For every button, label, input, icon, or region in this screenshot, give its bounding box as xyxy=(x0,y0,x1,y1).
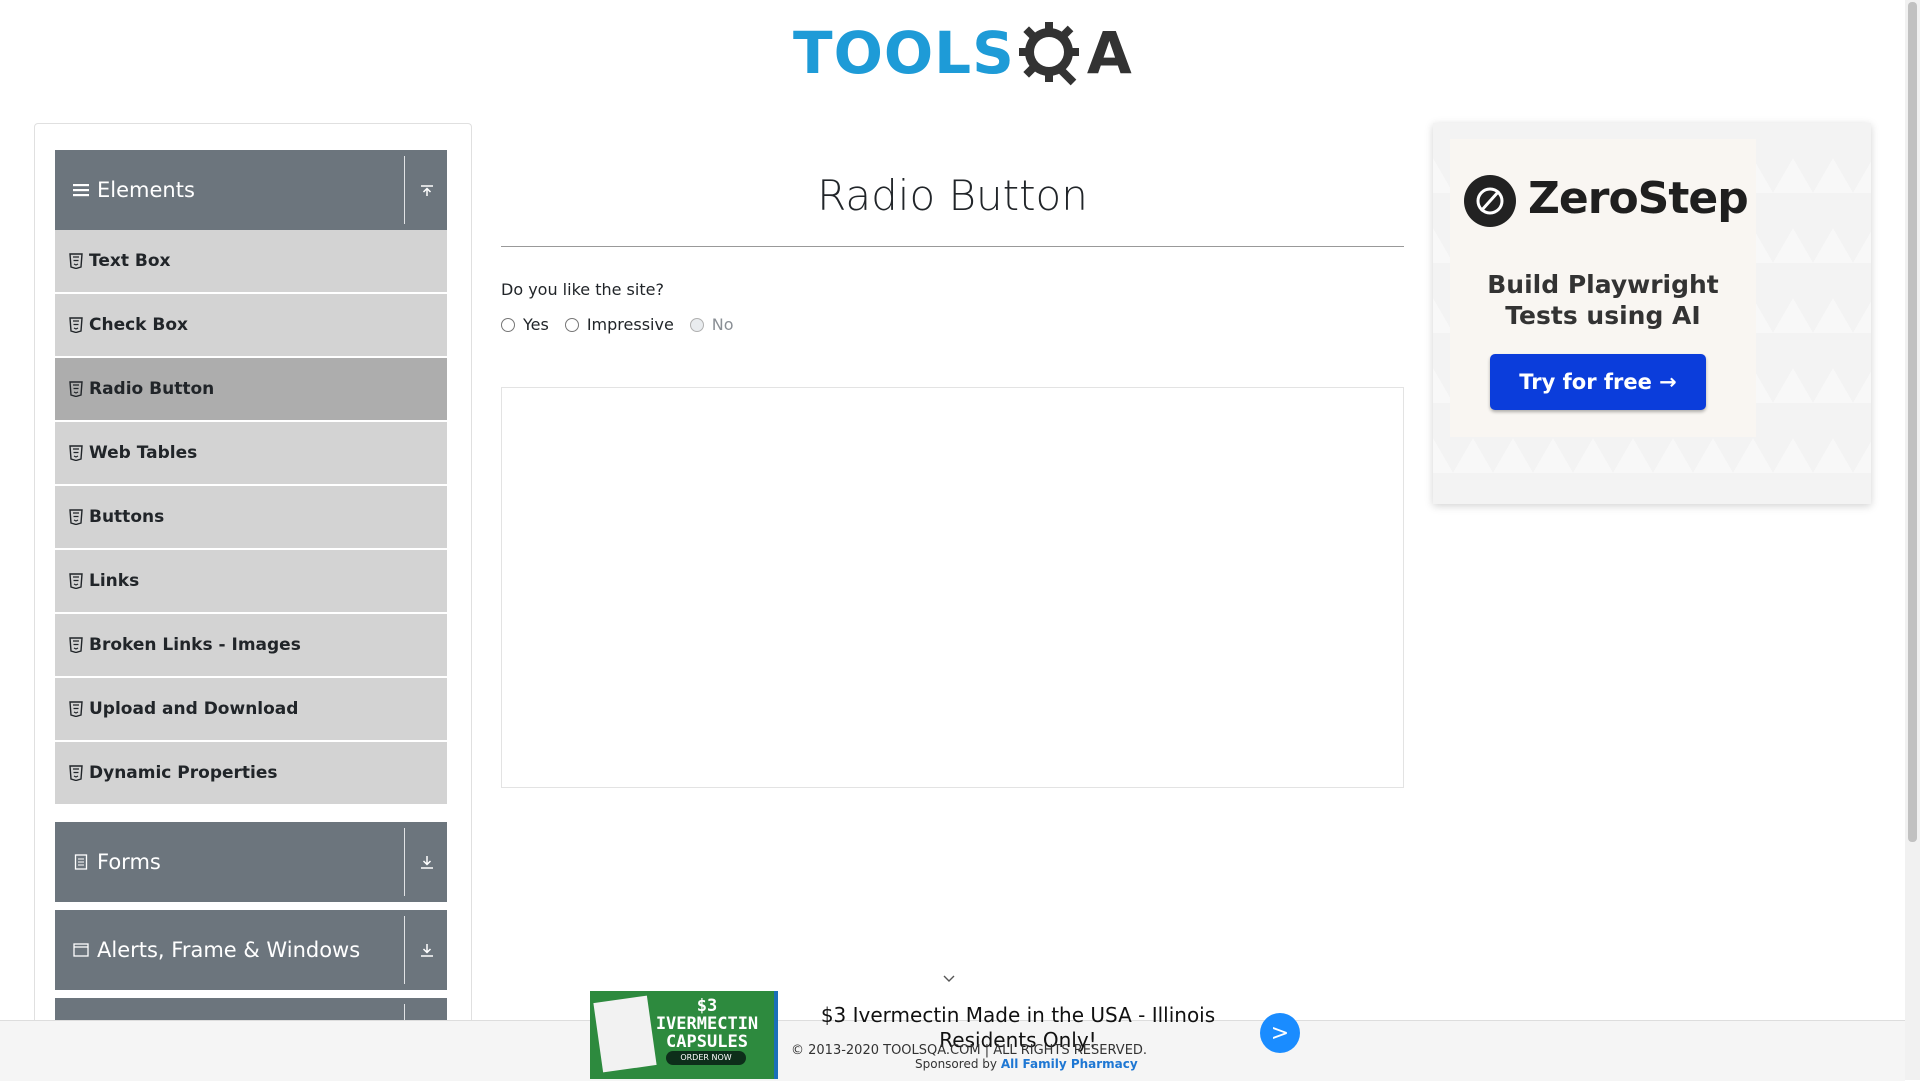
radio-label[interactable]: Impressive xyxy=(587,315,674,334)
ad-brand: ZeroStep xyxy=(1528,173,1749,224)
try-for-free-button[interactable]: Try for free → xyxy=(1490,354,1706,410)
page-title: Radio Button xyxy=(817,171,1088,220)
sidebar-item-label: Web Tables xyxy=(89,443,198,463)
sponsor-prefix: Sponsored by xyxy=(915,1057,997,1071)
group-title: Elements xyxy=(97,178,195,202)
radio-circle xyxy=(689,317,704,332)
main-content: Radio Button Do you like the site? Yes I… xyxy=(501,123,1404,788)
group-header-forms[interactable]: Forms xyxy=(55,822,447,902)
bottom-ad-image-text: $3 IVERMECTIN CAPSULES xyxy=(655,996,759,1052)
sidebar-item-dynamic-properties[interactable]: Dynamic Properties xyxy=(55,742,447,804)
divider xyxy=(404,156,405,224)
chevron-down-icon[interactable] xyxy=(942,972,956,986)
html5-icon xyxy=(69,381,83,397)
sidebar-item-label: Broken Links - Images xyxy=(89,635,301,655)
sponsor-link[interactable]: All Family Pharmacy xyxy=(1001,1057,1138,1071)
expand-arrow-icon[interactable] xyxy=(415,850,439,874)
group-header-alerts[interactable]: Alerts, Frame & Windows xyxy=(55,910,447,990)
radio-label[interactable]: Yes xyxy=(523,315,549,334)
sidebar-item-web-tables[interactable]: Web Tables xyxy=(55,422,447,484)
sidebar-item-label: Buttons xyxy=(89,507,165,527)
sidebar-item-buttons[interactable]: Buttons xyxy=(55,486,447,548)
zerostep-logo-icon xyxy=(1464,175,1516,227)
scrollbar-thumb[interactable] xyxy=(1908,2,1917,842)
hamburger-icon xyxy=(71,180,91,200)
logo-text-qa: A xyxy=(1086,19,1132,87)
sidebar-item-upload-download[interactable]: Upload and Download xyxy=(55,678,447,740)
bottom-ad-go-button[interactable]: > xyxy=(1260,1013,1300,1053)
html5-icon xyxy=(69,573,83,589)
expand-arrow-icon[interactable] xyxy=(415,938,439,962)
group-title: Forms xyxy=(97,850,161,874)
sidebar-item-label: Check Box xyxy=(89,315,189,335)
sidebar-item-check-box[interactable]: Check Box xyxy=(55,294,447,356)
sidebar-item-label: Upload and Download xyxy=(89,699,299,719)
gear-magnifier-icon xyxy=(1018,22,1079,86)
sidebar-item-label: Radio Button xyxy=(89,379,215,399)
radio-group: Yes Impressive No xyxy=(501,315,1404,334)
group-title: Alerts, Frame & Windows xyxy=(97,938,361,962)
zerostep-advert[interactable]: ZeroStep Build Playwright Tests using AI… xyxy=(1433,123,1871,504)
group-header-elements[interactable]: Elements xyxy=(55,150,447,230)
ad-tagline-line1: Build Playwright xyxy=(1487,270,1719,299)
toolsqa-logo[interactable]: TOOLS A xyxy=(793,14,1132,92)
ad-tagline-line2: Tests using AI xyxy=(1505,301,1701,330)
sidebar-item-label: Links xyxy=(89,571,140,591)
radio-no: No xyxy=(689,315,734,334)
title-divider xyxy=(501,246,1404,247)
html5-icon xyxy=(69,253,83,269)
footer-sponsor: Sponsored by All Family Pharmacy xyxy=(915,1057,1138,1071)
page-scrollbar[interactable] xyxy=(1905,0,1920,1080)
product-box-image xyxy=(593,995,657,1073)
sidebar-item-radio-button[interactable]: Radio Button xyxy=(55,358,447,420)
html5-icon xyxy=(69,317,83,333)
radio-circle[interactable] xyxy=(564,317,579,332)
radio-circle[interactable] xyxy=(501,317,515,332)
form-icon xyxy=(71,852,91,872)
ad-tagline: Build Playwright Tests using AI xyxy=(1450,269,1756,331)
sidebar-item-label: Dynamic Properties xyxy=(89,763,278,783)
html5-icon xyxy=(69,637,83,653)
elements-menu: Text Box Check Box Radio Button Web Tabl… xyxy=(55,230,447,806)
ad-card: ZeroStep Build Playwright Tests using AI… xyxy=(1450,139,1756,437)
window-icon xyxy=(71,940,91,960)
sidebar-item-links[interactable]: Links xyxy=(55,550,447,612)
bottom-ad-image-cta: ORDER NOW xyxy=(666,1051,746,1065)
collapse-arrow-icon[interactable] xyxy=(415,178,439,202)
divider xyxy=(404,916,405,984)
sidebar: Elements Text Box Check Box Radio Button… xyxy=(34,123,472,1081)
radio-label: No xyxy=(711,315,734,334)
logo-text-tools: TOOLS xyxy=(793,19,1015,87)
bottom-ad-image[interactable]: $3 IVERMECTIN CAPSULES ORDER NOW xyxy=(590,991,778,1079)
html5-icon xyxy=(69,701,83,717)
radio-yes[interactable]: Yes xyxy=(501,315,549,334)
html5-icon xyxy=(69,765,83,781)
html5-icon xyxy=(69,509,83,525)
divider xyxy=(404,828,405,896)
empty-ad-frame xyxy=(501,387,1404,788)
sidebar-item-broken-links[interactable]: Broken Links - Images xyxy=(55,614,447,676)
question-text: Do you like the site? xyxy=(501,280,664,299)
footer-copyright: © 2013-2020 TOOLSQA.COM | ALL RIGHTS RES… xyxy=(791,1043,1148,1058)
html5-icon xyxy=(69,445,83,461)
sidebar-item-text-box[interactable]: Text Box xyxy=(55,230,447,292)
radio-impressive[interactable]: Impressive xyxy=(564,315,674,334)
sidebar-item-label: Text Box xyxy=(89,251,171,271)
